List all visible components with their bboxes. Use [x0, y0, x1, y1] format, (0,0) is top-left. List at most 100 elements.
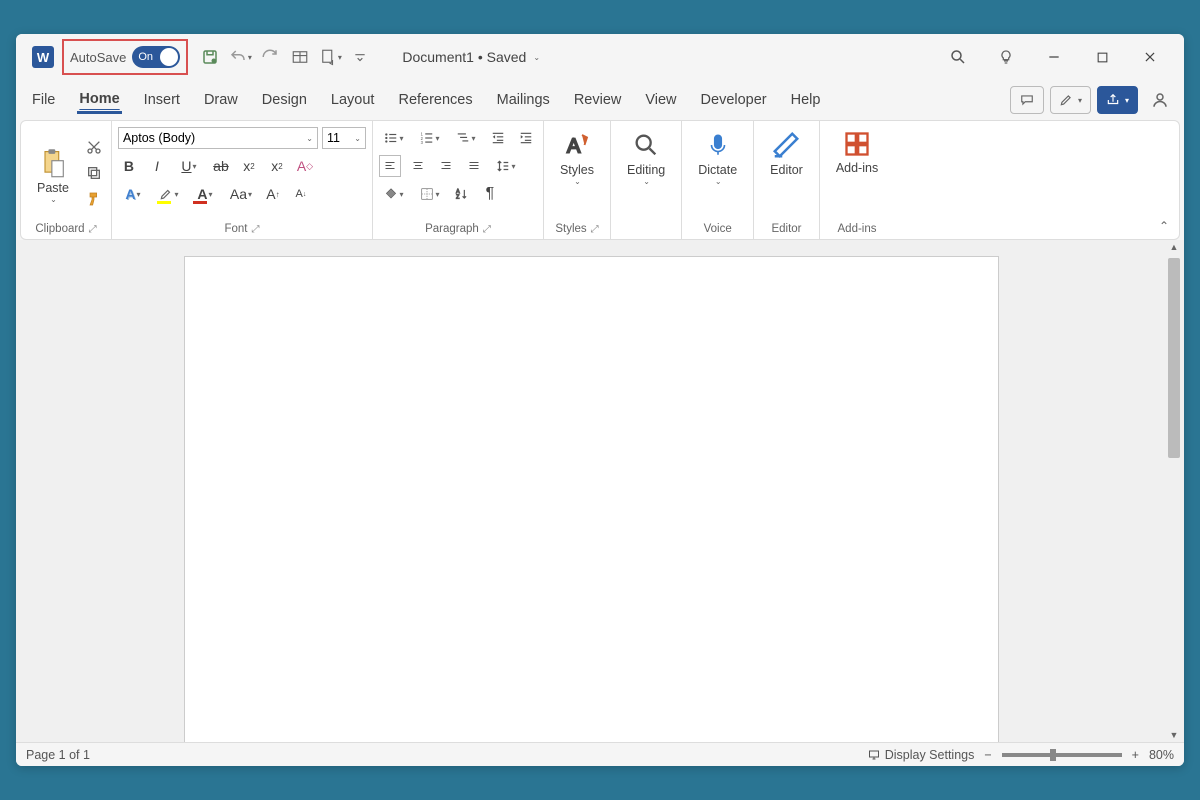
- redo-icon[interactable]: [258, 45, 282, 69]
- paragraph-launcher-icon[interactable]: ⤢: [483, 224, 491, 235]
- tab-draw[interactable]: Draw: [202, 88, 240, 112]
- clear-formatting-icon[interactable]: A◇: [294, 155, 316, 177]
- tab-help[interactable]: Help: [789, 88, 823, 112]
- paragraph-group-label: Paragraph: [425, 223, 479, 235]
- align-left-icon[interactable]: [379, 155, 401, 177]
- autosave-highlight: AutoSave On: [62, 39, 188, 75]
- text-effects-icon[interactable]: A▾: [118, 183, 148, 205]
- table-icon[interactable]: [288, 45, 312, 69]
- editing-label: Editing: [627, 163, 665, 177]
- grow-font-icon[interactable]: A↑: [262, 183, 284, 205]
- scroll-thumb[interactable]: [1168, 258, 1180, 458]
- word-window: W AutoSave On ▾ ▾ Document1 • Saved ⌄: [16, 34, 1184, 766]
- save-icon[interactable]: [198, 45, 222, 69]
- maximize-button[interactable]: [1092, 47, 1112, 67]
- collapse-ribbon-icon[interactable]: ⌃: [1159, 219, 1169, 233]
- tab-insert[interactable]: Insert: [142, 88, 182, 112]
- font-name-combo[interactable]: Aptos (Body)⌄: [118, 127, 318, 149]
- bold-icon[interactable]: B: [118, 155, 140, 177]
- qat-more-icon[interactable]: [348, 45, 372, 69]
- page-icon[interactable]: ▾: [318, 45, 342, 69]
- font-size-combo[interactable]: 11⌄: [322, 127, 366, 149]
- superscript-icon[interactable]: x2: [266, 155, 288, 177]
- group-font: Aptos (Body)⌄ 11⌄ B I U▾ ab x2 x2 A◇ A▾ …: [112, 121, 373, 239]
- styles-button[interactable]: A Styles ⌄: [550, 125, 604, 186]
- paste-label: Paste: [37, 181, 69, 195]
- subscript-icon[interactable]: x2: [238, 155, 260, 177]
- tab-references[interactable]: References: [396, 88, 474, 112]
- dictate-button[interactable]: Dictate ⌄: [688, 125, 747, 186]
- shrink-font-icon[interactable]: A↓: [290, 183, 312, 205]
- editor-button[interactable]: Editor: [760, 125, 813, 177]
- undo-icon[interactable]: ▾: [228, 45, 252, 69]
- account-icon[interactable]: [1150, 90, 1170, 110]
- addins-button[interactable]: Add-ins: [826, 125, 888, 175]
- zoom-in-button[interactable]: +: [1132, 748, 1139, 762]
- tab-mailings[interactable]: Mailings: [495, 88, 552, 112]
- scroll-up-icon[interactable]: ▲: [1166, 240, 1182, 254]
- change-case-icon[interactable]: Aa▾: [226, 183, 256, 205]
- numbering-icon[interactable]: 123▾: [415, 127, 445, 149]
- tab-home[interactable]: Home: [77, 87, 121, 114]
- cut-icon[interactable]: [83, 136, 105, 158]
- sort-icon[interactable]: AZ: [451, 183, 473, 205]
- toggle-knob: [160, 48, 178, 66]
- editing-button[interactable]: Editing ⌄: [617, 125, 675, 186]
- bullets-icon[interactable]: ▾: [379, 127, 409, 149]
- zoom-level[interactable]: 80%: [1149, 748, 1174, 762]
- editing-mode-button[interactable]: ▾: [1050, 86, 1091, 114]
- styles-launcher-icon[interactable]: ⤢: [591, 224, 599, 235]
- multilevel-list-icon[interactable]: ▾: [451, 127, 481, 149]
- editor-label: Editor: [770, 163, 803, 177]
- close-button[interactable]: [1140, 47, 1160, 67]
- clipboard-launcher-icon[interactable]: ⤢: [89, 224, 97, 235]
- italic-icon[interactable]: I: [146, 155, 168, 177]
- highlight-icon[interactable]: ▾: [154, 183, 184, 205]
- addins-group-label: Add-ins: [838, 223, 877, 235]
- scroll-down-icon[interactable]: ▼: [1166, 728, 1182, 742]
- tab-review[interactable]: Review: [572, 88, 624, 112]
- show-marks-icon[interactable]: ¶: [479, 183, 501, 205]
- tab-view[interactable]: View: [643, 88, 678, 112]
- copy-icon[interactable]: [83, 162, 105, 184]
- share-button[interactable]: ▾: [1097, 86, 1138, 114]
- comments-button[interactable]: [1010, 86, 1044, 114]
- font-color-icon[interactable]: A▾: [190, 183, 220, 205]
- group-editor: Editor Editor: [754, 121, 820, 239]
- display-settings-button[interactable]: Display Settings: [867, 748, 974, 762]
- minimize-button[interactable]: [1044, 47, 1064, 67]
- styles-group-label: Styles: [555, 223, 586, 235]
- line-spacing-icon[interactable]: ▾: [491, 155, 521, 177]
- tab-file[interactable]: File: [30, 88, 57, 112]
- document-page[interactable]: [184, 256, 999, 742]
- tab-design[interactable]: Design: [260, 88, 309, 112]
- zoom-slider[interactable]: [1002, 753, 1122, 757]
- tab-layout[interactable]: Layout: [329, 88, 377, 112]
- voice-group-label: Voice: [704, 223, 732, 235]
- doc-title-text: Document1 • Saved: [402, 49, 526, 65]
- align-right-icon[interactable]: [435, 155, 457, 177]
- paste-button[interactable]: Paste ⌄: [27, 125, 79, 221]
- lightbulb-icon[interactable]: [996, 47, 1016, 67]
- page-count[interactable]: Page 1 of 1: [26, 748, 90, 762]
- tab-developer[interactable]: Developer: [699, 88, 769, 112]
- search-icon[interactable]: [948, 47, 968, 67]
- svg-text:A: A: [456, 189, 460, 195]
- format-painter-icon[interactable]: [83, 188, 105, 210]
- borders-icon[interactable]: ▾: [415, 183, 445, 205]
- zoom-out-button[interactable]: −: [984, 748, 991, 762]
- autosave-toggle[interactable]: On: [132, 46, 180, 68]
- increase-indent-icon[interactable]: [515, 127, 537, 149]
- vertical-scrollbar[interactable]: ▲ ▼: [1166, 240, 1182, 742]
- strikethrough-icon[interactable]: ab: [210, 155, 232, 177]
- font-launcher-icon[interactable]: ⤢: [251, 224, 259, 235]
- justify-icon[interactable]: [463, 155, 485, 177]
- document-title[interactable]: Document1 • Saved ⌄: [402, 49, 540, 65]
- ribbon-tabs: File Home Insert Draw Design Layout Refe…: [16, 80, 1184, 120]
- align-center-icon[interactable]: [407, 155, 429, 177]
- decrease-indent-icon[interactable]: [487, 127, 509, 149]
- zoom-thumb[interactable]: [1050, 749, 1056, 761]
- editor-group-label: Editor: [771, 223, 801, 235]
- shading-icon[interactable]: ▾: [379, 183, 409, 205]
- underline-icon[interactable]: U▾: [174, 155, 204, 177]
